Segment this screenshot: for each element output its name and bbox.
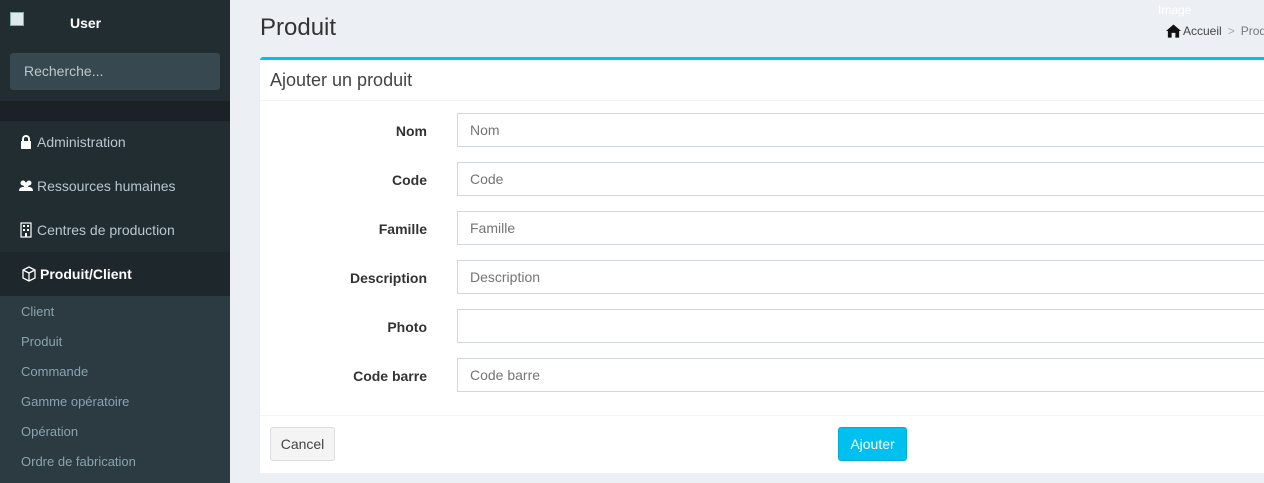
sidebar-item-administration[interactable]: Administration xyxy=(0,120,230,164)
building-icon xyxy=(18,222,34,238)
nom-input[interactable] xyxy=(457,113,1264,147)
breadcrumb: Accueil > Prod xyxy=(1166,24,1264,38)
sidebar-item-centres-de-production[interactable]: Centres de production xyxy=(0,208,230,252)
cube-icon xyxy=(21,266,37,282)
box-footer: Cancel Ajouter xyxy=(260,415,1264,473)
famille-input[interactable] xyxy=(457,211,1264,245)
sidebar-search-input[interactable]: Recherche... xyxy=(10,53,220,90)
sidebar-item-label: Administration xyxy=(37,134,126,150)
breadcrumb-separator: > xyxy=(1227,24,1235,38)
add-product-box: Ajouter un produit Nom Code Famille Desc… xyxy=(260,57,1264,473)
field-label-photo: Photo xyxy=(387,319,427,335)
submenu-item-gamme-operatoire[interactable]: Gamme opératoire xyxy=(21,394,129,409)
sidebar-item-produit-client[interactable]: Produit/Client xyxy=(0,252,230,296)
field-label-nom: Nom xyxy=(395,123,427,139)
code-barre-input[interactable] xyxy=(457,358,1264,392)
field-label-code: Code xyxy=(392,172,427,188)
photo-input[interactable] xyxy=(457,309,1264,343)
user-panel: User xyxy=(0,0,230,48)
cancel-button[interactable]: Cancel xyxy=(270,427,335,461)
field-label-code-barre: Code barre xyxy=(353,368,427,384)
sidebar-item-ressources-humaines[interactable]: Ressources humaines xyxy=(0,164,230,208)
submenu-item-operation[interactable]: Opération xyxy=(21,424,78,439)
divider xyxy=(260,100,1264,101)
field-label-description: Description xyxy=(349,270,427,286)
lock-icon xyxy=(18,134,34,150)
sidebar: User Recherche... Administration Ressour… xyxy=(0,0,230,483)
sidebar-header-band xyxy=(0,101,230,121)
submenu-item-client[interactable]: Client xyxy=(21,304,54,319)
user-avatar xyxy=(10,12,66,32)
box-title: Ajouter un produit xyxy=(270,70,413,90)
sidebar-submenu: Client Produit Commande Gamme opératoire… xyxy=(0,296,230,483)
submenu-item-produit[interactable]: Produit xyxy=(21,334,62,349)
breadcrumb-current: Prod xyxy=(1240,24,1264,38)
description-input[interactable] xyxy=(457,260,1264,294)
page-title: Produit xyxy=(260,14,337,41)
sidebar-item-label: Produit/Client xyxy=(40,266,132,282)
sidebar-item-label: Centres de production xyxy=(37,222,175,238)
add-product-button[interactable]: Ajouter xyxy=(838,427,907,461)
submenu-item-ordre-de-fabrication[interactable]: Ordre de fabrication xyxy=(21,454,136,469)
submenu-item-commande[interactable]: Commande xyxy=(21,364,88,379)
header-image-alt: Image xyxy=(1158,3,1192,17)
code-input[interactable] xyxy=(457,162,1264,196)
user-name: User xyxy=(70,15,102,31)
breadcrumb-home-link[interactable]: Accueil xyxy=(1183,24,1222,38)
sidebar-item-label: Ressources humaines xyxy=(37,178,176,194)
field-label-famille: Famille xyxy=(378,221,427,237)
users-icon xyxy=(18,178,34,194)
home-icon xyxy=(1166,24,1181,38)
